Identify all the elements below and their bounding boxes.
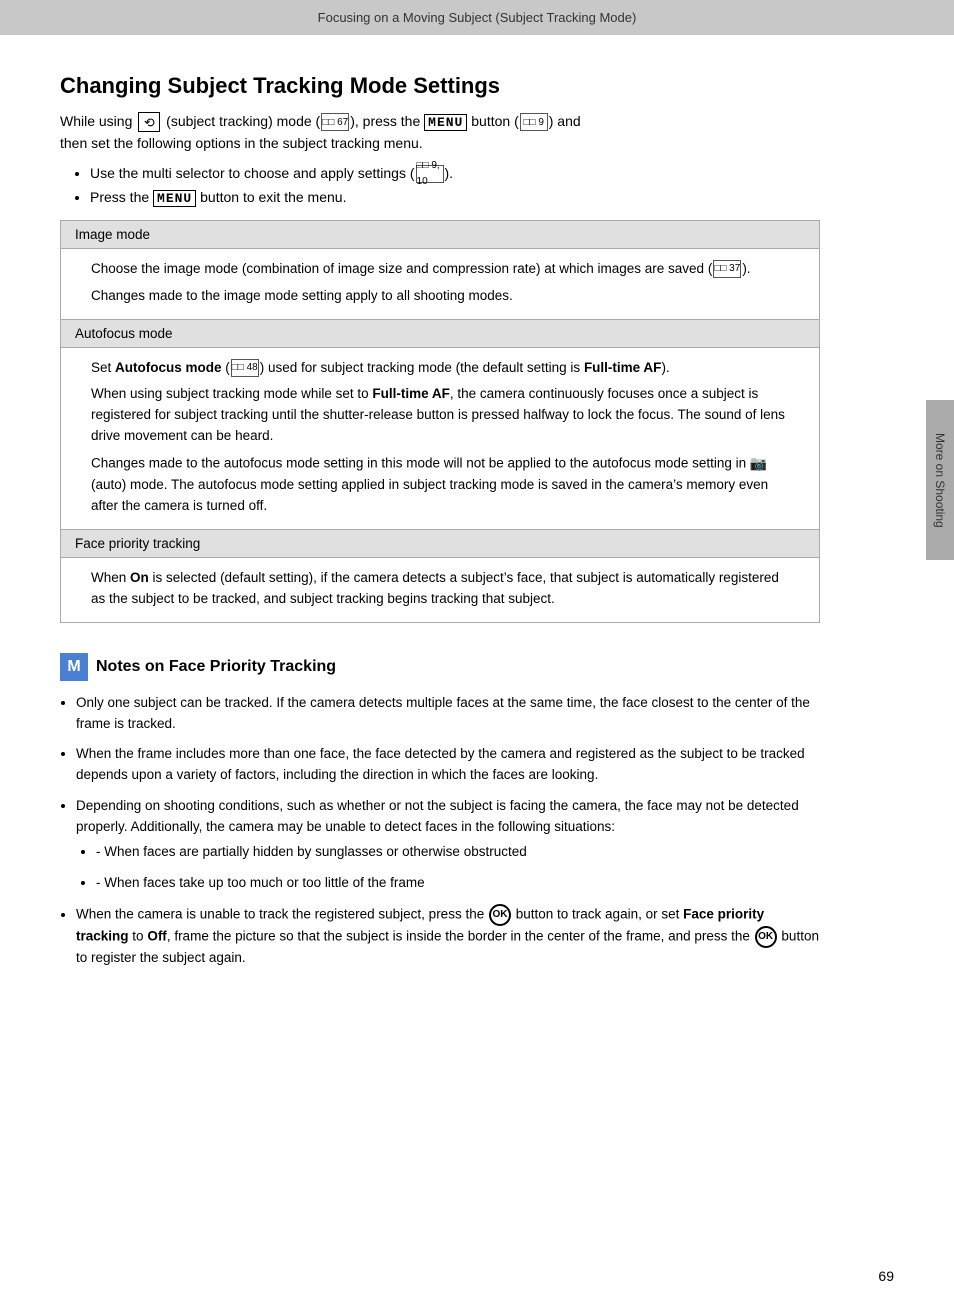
notes-item-4-before: When the camera is unable to track the r…	[76, 907, 484, 922]
ok-icon-2: OK	[755, 926, 777, 948]
intro-while-using: While using	[60, 113, 136, 129]
bullet-multi-selector: Use the multi selector to choose and app…	[90, 162, 820, 184]
intro-paragraph: While using (subject tracking) mode (□□ …	[60, 111, 820, 154]
notes-bullets-list: Only one subject can be tracked. If the …	[76, 693, 820, 969]
bullet-press-menu: Press the MENU button to exit the menu.	[90, 186, 820, 210]
full-time-af-bold2: Full-time AF	[372, 386, 450, 401]
autofocus-mode-content: Set Autofocus mode (□□ 48) used for subj…	[61, 348, 819, 530]
notes-item-4-middle: button to track again, or set	[516, 907, 680, 922]
autofocus-mode-bold: Autofocus mode	[115, 360, 222, 375]
ref-48: □□ 48	[231, 359, 259, 377]
page-header: Focusing on a Moving Subject (Subject Tr…	[0, 0, 954, 35]
subject-tracking-icon	[138, 112, 160, 132]
ref-37: □□ 37	[713, 260, 741, 278]
settings-table: Image mode Choose the image mode (combin…	[60, 220, 820, 623]
notes-item-1-text: Only one subject can be tracked. If the …	[76, 695, 810, 731]
notes-item-4: When the camera is unable to track the r…	[76, 904, 820, 969]
notes-sub-bullets: When faces are partially hidden by sungl…	[96, 842, 820, 894]
notes-item-1: Only one subject can be tracked. If the …	[76, 693, 820, 735]
menu-button-label: MENU	[424, 114, 467, 131]
intro-bullets: Use the multi selector to choose and app…	[90, 162, 820, 210]
autofocus-text2: When using subject tracking mode while s…	[91, 384, 789, 447]
face-priority-header: Face priority tracking	[61, 530, 819, 558]
bullet2-exit: button to exit the menu.	[196, 189, 346, 205]
intro-button-text: button (	[467, 113, 518, 129]
autofocus-text3: Changes made to the autofocus mode setti…	[91, 453, 789, 517]
notes-title-text: Notes on Face Priority Tracking	[96, 658, 336, 676]
ok-icon-1: OK	[489, 904, 511, 926]
intro-press-text: ), press the	[350, 113, 424, 129]
ref-9: □□ 9	[520, 113, 548, 131]
notes-item-4-after1: to	[132, 929, 147, 944]
notes-icon: M	[60, 653, 88, 681]
right-sidebar-tab: More on Shooting	[926, 400, 954, 560]
camera-auto-icon: 📷	[750, 453, 767, 475]
right-tab-text: More on Shooting	[933, 433, 947, 528]
bullet1-text: Use the multi selector to choose and app…	[90, 165, 415, 181]
image-mode-header: Image mode	[61, 221, 819, 249]
image-mode-content: Choose the image mode (combination of im…	[61, 249, 819, 320]
sub-bullet-2: When faces take up too much or too littl…	[96, 873, 820, 894]
bullet2-press: Press the	[90, 189, 153, 205]
ref-67: □□ 67	[321, 113, 349, 131]
header-title: Focusing on a Moving Subject (Subject Tr…	[318, 10, 637, 25]
intro-and-text: ) and	[549, 113, 581, 129]
face-priority-content: When On is selected (default setting), i…	[61, 558, 819, 622]
off-bold: Off	[147, 929, 167, 944]
image-mode-text2: Changes made to the image mode setting a…	[91, 286, 789, 307]
face-priority-text: When On is selected (default setting), i…	[91, 568, 789, 610]
on-bold: On	[130, 570, 149, 585]
autofocus-text1: Set Autofocus mode (□□ 48) used for subj…	[91, 358, 789, 379]
autofocus-mode-header: Autofocus mode	[61, 320, 819, 348]
page-title: Changing Subject Tracking Mode Settings	[60, 73, 820, 99]
intro-mode-text: (subject tracking) mode (	[166, 113, 320, 129]
notes-item-2: When the frame includes more than one fa…	[76, 744, 820, 786]
notes-title: M Notes on Face Priority Tracking	[60, 653, 820, 681]
full-time-af-bold: Full-time AF	[584, 360, 662, 375]
notes-item-4-after2: , frame the picture so that the subject …	[167, 929, 750, 944]
notes-item-2-text: When the frame includes more than one fa…	[76, 746, 805, 782]
content-area: Changing Subject Tracking Mode Settings …	[0, 35, 880, 1039]
page-number: 69	[878, 1268, 894, 1284]
menu-label-2: MENU	[153, 190, 196, 207]
notes-item-3: Depending on shooting conditions, such a…	[76, 796, 820, 894]
image-mode-text1: Choose the image mode (combination of im…	[91, 259, 789, 280]
sub-bullet-1: When faces are partially hidden by sungl…	[96, 842, 820, 863]
notes-section: M Notes on Face Priority Tracking Only o…	[60, 653, 820, 969]
notes-item-3-text: Depending on shooting conditions, such a…	[76, 798, 799, 834]
ref-9-10: □□ 9, 10	[416, 165, 444, 183]
intro-then-text: then set the following options in the su…	[60, 135, 423, 151]
